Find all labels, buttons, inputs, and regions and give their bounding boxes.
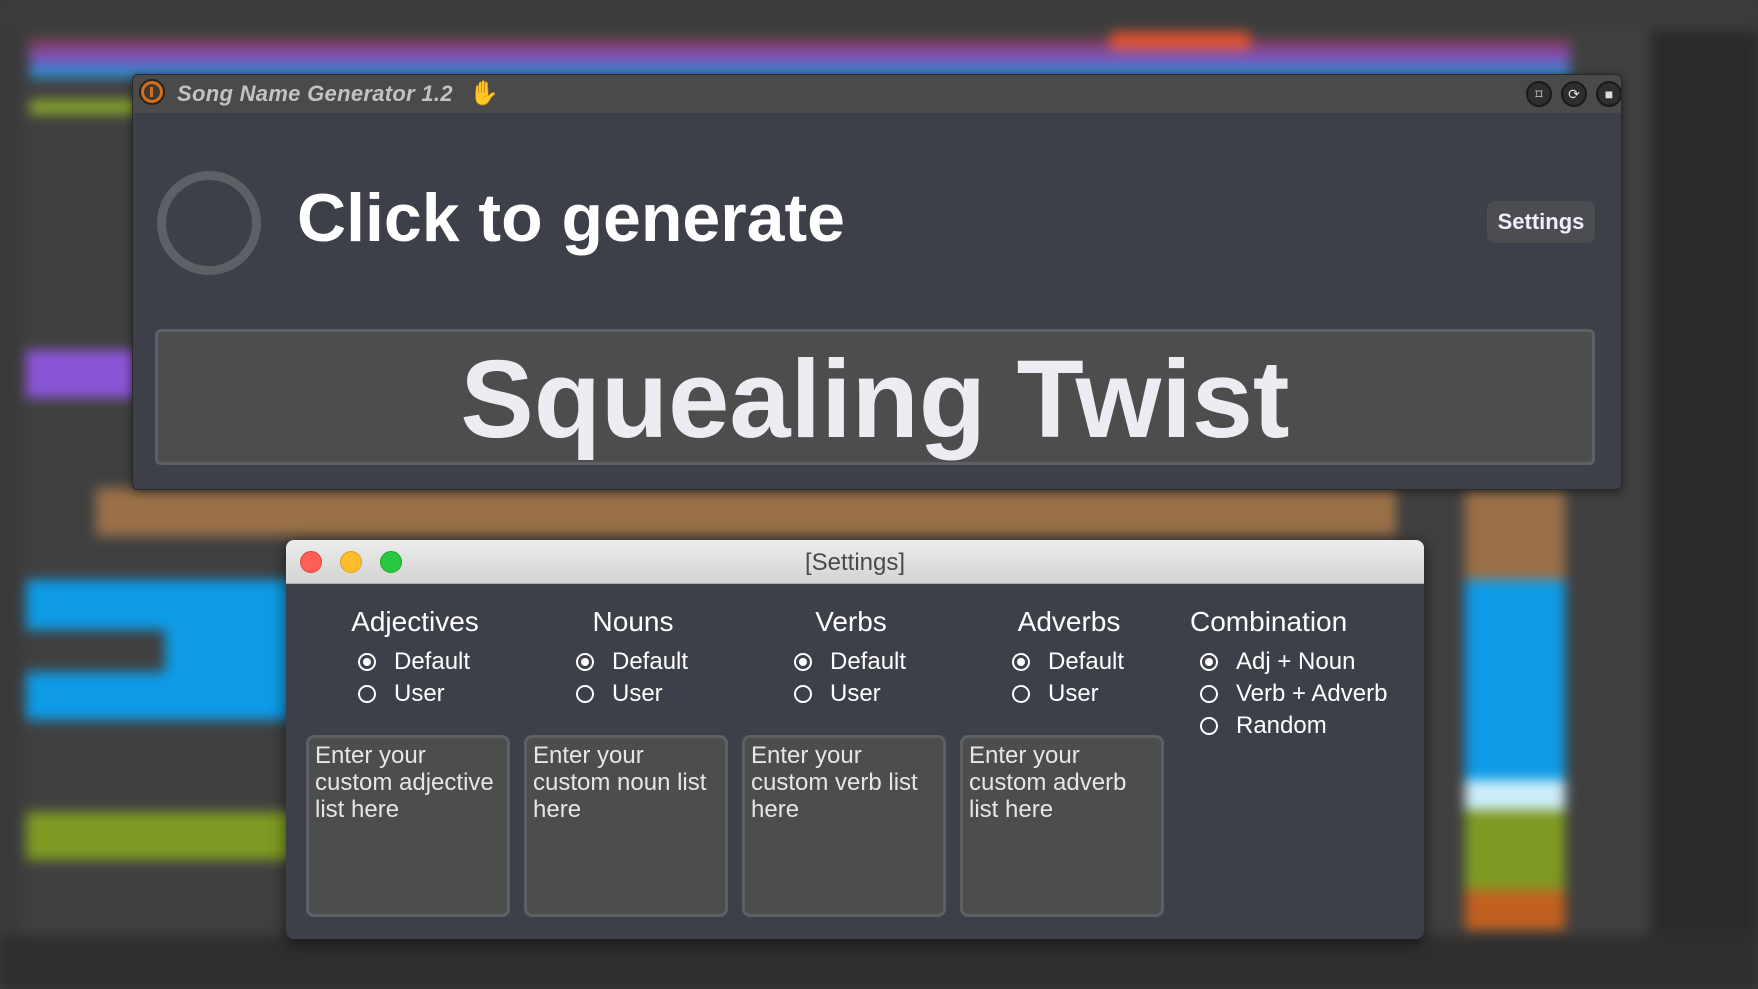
combination-heading: Combination — [1190, 606, 1348, 637]
combination-column: Combination Adj + Noun Verb + Adverb Ran… — [1178, 606, 1418, 742]
radio-unselected-icon[interactable] — [1012, 685, 1030, 703]
hand-icon: ✋ — [469, 80, 499, 107]
radio-label: Default — [394, 648, 471, 675]
radio-unselected-icon[interactable] — [576, 685, 594, 703]
adverbs-heading: Adverbs — [1017, 606, 1121, 637]
adverbs-default-radio[interactable]: Default — [1012, 646, 1178, 678]
radio-label: User — [1048, 680, 1099, 707]
nouns-user-radio[interactable]: User — [576, 678, 742, 710]
song-name-generator-window: Song Name Generator 1.2 ✋ ⌑ ⟳ ■ Click to… — [132, 74, 1622, 490]
settings-button[interactable]: Settings — [1487, 201, 1595, 243]
verbs-user-radio[interactable]: User — [794, 678, 960, 710]
radio-label: Default — [830, 648, 907, 675]
settings-title: [Settings] — [804, 549, 906, 576]
radio-label: Adj + Noun — [1236, 648, 1356, 675]
adverbs-column: Adverbs Default User — [960, 606, 1178, 710]
radio-selected-icon[interactable] — [358, 653, 376, 671]
nouns-column: Nouns Default User — [524, 606, 742, 710]
radio-label: User — [612, 680, 663, 707]
result-display: Squealing Twist — [155, 329, 1595, 465]
radio-selected-icon[interactable] — [1200, 653, 1218, 671]
radio-label: User — [830, 680, 881, 707]
adjectives-default-radio[interactable]: Default — [358, 646, 524, 678]
adverb-list-input[interactable] — [960, 735, 1164, 917]
combination-random-radio[interactable]: Random — [1200, 710, 1418, 742]
generated-song-name: Squealing Twist — [460, 338, 1290, 461]
noun-list-input[interactable] — [524, 735, 728, 917]
power-icon[interactable] — [141, 81, 163, 103]
nouns-heading: Nouns — [592, 606, 674, 637]
settings-titlebar[interactable]: [Settings] — [286, 540, 1424, 584]
adjectives-user-radio[interactable]: User — [358, 678, 524, 710]
radio-label: Random — [1236, 712, 1327, 739]
radio-selected-icon[interactable] — [576, 653, 594, 671]
plugin-titlebar: Song Name Generator 1.2 ✋ ⌑ ⟳ ■ — [133, 75, 1621, 113]
generate-button[interactable] — [157, 171, 261, 275]
sync-icon[interactable]: ⟳ — [1561, 81, 1587, 107]
adverbs-user-radio[interactable]: User — [1012, 678, 1178, 710]
freeze-icon[interactable]: ⌑ — [1526, 81, 1552, 107]
radio-label: Default — [1048, 648, 1125, 675]
radio-label: Default — [612, 648, 689, 675]
nouns-default-radio[interactable]: Default — [576, 646, 742, 678]
verb-list-input[interactable] — [742, 735, 946, 917]
radio-unselected-icon[interactable] — [794, 685, 812, 703]
plugin-title: Song Name Generator 1.2 — [177, 81, 453, 106]
combination-verb-adverb-radio[interactable]: Verb + Adverb — [1200, 678, 1418, 710]
adjectives-heading: Adjectives — [351, 606, 479, 637]
radio-label: User — [394, 680, 445, 707]
save-icon[interactable]: ■ — [1596, 81, 1621, 107]
verbs-column: Verbs Default User — [742, 606, 960, 710]
verbs-default-radio[interactable]: Default — [794, 646, 960, 678]
generate-label[interactable]: Click to generate — [297, 179, 845, 257]
radio-selected-icon[interactable] — [1012, 653, 1030, 671]
radio-selected-icon[interactable] — [794, 653, 812, 671]
verbs-heading: Verbs — [815, 606, 887, 637]
combination-adj-noun-radio[interactable]: Adj + Noun — [1200, 646, 1418, 678]
settings-window: [Settings] Adjectives Default User Nouns… — [286, 540, 1424, 939]
radio-label: Verb + Adverb — [1236, 680, 1388, 707]
radio-unselected-icon[interactable] — [1200, 685, 1218, 703]
radio-unselected-icon[interactable] — [358, 685, 376, 703]
adjectives-column: Adjectives Default User — [306, 606, 524, 710]
radio-unselected-icon[interactable] — [1200, 717, 1218, 735]
adjective-list-input[interactable] — [306, 735, 510, 917]
